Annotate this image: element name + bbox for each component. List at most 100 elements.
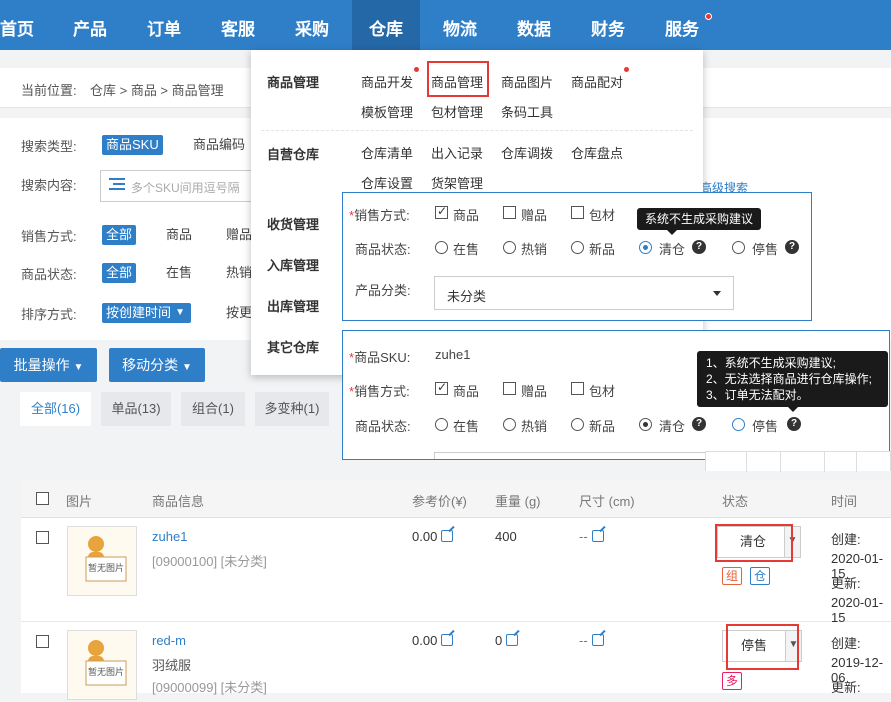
nav-services[interactable]: 服务 <box>654 0 710 50</box>
menu-inout-records[interactable]: 出入记录 <box>431 143 483 162</box>
menu-category-receiving[interactable]: 收货管理 <box>267 214 319 233</box>
menu-warehouse-settings[interactable]: 仓库设置 <box>361 173 413 192</box>
no-image-text: 暂无图片 <box>88 667 125 677</box>
status-stopped-label: 停售 <box>752 242 779 257</box>
search-type-code[interactable]: 商品编码 <box>189 135 249 155</box>
nav-home[interactable]: 首页 <box>0 0 34 50</box>
row-checkbox[interactable] <box>36 531 49 544</box>
new-dot <box>624 67 629 72</box>
menu-barcode-tool[interactable]: 条码工具 <box>501 102 553 121</box>
menu-category-other[interactable]: 其它仓库 <box>267 337 319 356</box>
edit-icon[interactable] <box>441 634 454 646</box>
help-icon[interactable]: ? <box>785 240 799 254</box>
sale-all[interactable]: 全部 <box>102 225 137 245</box>
nav-products[interactable]: 产品 <box>62 0 118 50</box>
help-icon[interactable]: ? <box>692 417 706 431</box>
sale-packaging-checkbox[interactable] <box>571 206 584 219</box>
menu-category-inbound[interactable]: 入库管理 <box>267 255 319 274</box>
sort-created[interactable]: 按创建时间 ▼ <box>102 303 192 323</box>
highlight-box <box>726 624 799 670</box>
sale-goods-checkbox[interactable] <box>435 204 448 219</box>
col-time: 时间 <box>831 494 858 509</box>
sale-gift-checkbox[interactable] <box>503 382 516 395</box>
nav-finance[interactable]: 财务 <box>580 0 636 50</box>
search-input[interactable]: 多个SKU间用逗号隔 <box>100 170 260 202</box>
search-type-sku[interactable]: 商品SKU <box>102 135 163 155</box>
menu-transfer[interactable]: 仓库调拨 <box>501 143 553 162</box>
status-onsale-radio[interactable] <box>435 241 448 254</box>
product-table: 图片 商品信息 参考价(¥) 重量 (g) 尺寸 (cm) 状态 时间 暂无图片… <box>21 480 891 700</box>
menu-shelf-manage[interactable]: 货架管理 <box>431 173 483 192</box>
move-category-button[interactable]: 移动分类 ▼ <box>109 348 205 382</box>
nav-logistics[interactable]: 物流 <box>432 0 488 50</box>
menu-divider <box>261 130 693 131</box>
edit-icon[interactable] <box>441 530 454 542</box>
sale-goods-checkbox[interactable] <box>435 380 448 395</box>
menu-category-outbound[interactable]: 出库管理 <box>267 296 319 315</box>
product-code: [09000100] [未分类] <box>152 554 267 569</box>
menu-packaging[interactable]: 包材管理 <box>431 102 483 121</box>
col-image: 图片 <box>66 494 93 509</box>
status-stopped-label: 停售 <box>752 419 779 434</box>
status-hot-label: 热销 <box>521 242 548 257</box>
status-on-sale[interactable]: 在售 <box>162 263 196 283</box>
sale-gift-checkbox[interactable] <box>503 206 516 219</box>
menu-product-pairing[interactable]: 商品配对 <box>571 72 623 91</box>
row-checkbox[interactable] <box>36 635 49 648</box>
status-clearance-radio[interactable] <box>639 418 652 431</box>
edit-icon[interactable] <box>591 634 604 646</box>
tab-single[interactable]: 单品(13) <box>101 392 171 426</box>
menu-product-images[interactable]: 商品图片 <box>501 72 553 91</box>
chevron-down-icon: ▼ <box>175 307 186 318</box>
tab-all[interactable]: 全部(16) <box>20 392 91 426</box>
created-label: 创建: <box>831 532 861 547</box>
price-cell: 0.00 <box>412 529 454 544</box>
weight-cell: 0 <box>495 633 519 648</box>
sale-packaging-checkbox[interactable] <box>571 382 584 395</box>
help-icon[interactable]: ? <box>787 417 801 431</box>
category-select[interactable] <box>434 452 734 459</box>
search-placeholder: 多个SKU间用逗号隔 <box>131 181 240 195</box>
status-hot-radio[interactable] <box>503 418 516 431</box>
status-clearance-radio[interactable] <box>639 241 652 254</box>
tab-combo[interactable]: 组合(1) <box>181 392 245 426</box>
sale-goods[interactable]: 商品 <box>162 225 196 245</box>
size-cell: -- <box>579 633 604 648</box>
menu-templates[interactable]: 模板管理 <box>361 102 413 121</box>
sort-label: 排序方式: <box>21 307 77 322</box>
price-value: 0.00 <box>412 529 438 544</box>
status-all[interactable]: 全部 <box>102 263 137 283</box>
select-all-checkbox[interactable] <box>36 492 49 505</box>
menu-stocktake[interactable]: 仓库盘点 <box>571 143 623 162</box>
status-stopped-radio[interactable] <box>732 241 745 254</box>
nav-orders[interactable]: 订单 <box>136 0 192 50</box>
status-hot-radio[interactable] <box>503 241 516 254</box>
col-size: 尺寸 (cm) <box>579 494 635 509</box>
sale-type-field-label: *销售方式: <box>349 205 410 224</box>
nav-customer-service[interactable]: 客服 <box>210 0 266 50</box>
product-name-link[interactable]: red-m <box>152 633 186 648</box>
help-icon[interactable]: ? <box>692 240 706 254</box>
chevron-down-icon: ▼ <box>181 362 192 373</box>
menu-product-dev[interactable]: 商品开发 <box>361 72 413 91</box>
new-dot <box>414 67 419 72</box>
product-name-link[interactable]: zuhe1 <box>152 529 187 544</box>
nav-purchasing[interactable]: 采购 <box>284 0 340 50</box>
category-select[interactable]: 未分类 <box>434 276 734 310</box>
status-stopped-radio[interactable] <box>732 418 745 431</box>
edit-icon[interactable] <box>591 530 604 542</box>
menu-warehouse-list[interactable]: 仓库清单 <box>361 143 413 162</box>
edit-icon[interactable] <box>506 634 519 646</box>
tab-variants[interactable]: 多变种(1) <box>255 392 329 426</box>
status-onsale-radio[interactable] <box>435 418 448 431</box>
nav-data[interactable]: 数据 <box>506 0 562 50</box>
col-price: 参考价(¥) <box>412 494 467 509</box>
batch-operation-button[interactable]: 批量操作 ▼ <box>0 348 97 382</box>
size-value: -- <box>579 633 588 648</box>
status-new-radio[interactable] <box>571 418 584 431</box>
updated-date: 2020-01-15 <box>831 595 884 625</box>
caret-down-icon <box>713 291 721 296</box>
sku-field-text: 商品SKU: <box>354 350 411 365</box>
status-new-radio[interactable] <box>571 241 584 254</box>
nav-warehouse[interactable]: 仓库 <box>352 0 420 50</box>
